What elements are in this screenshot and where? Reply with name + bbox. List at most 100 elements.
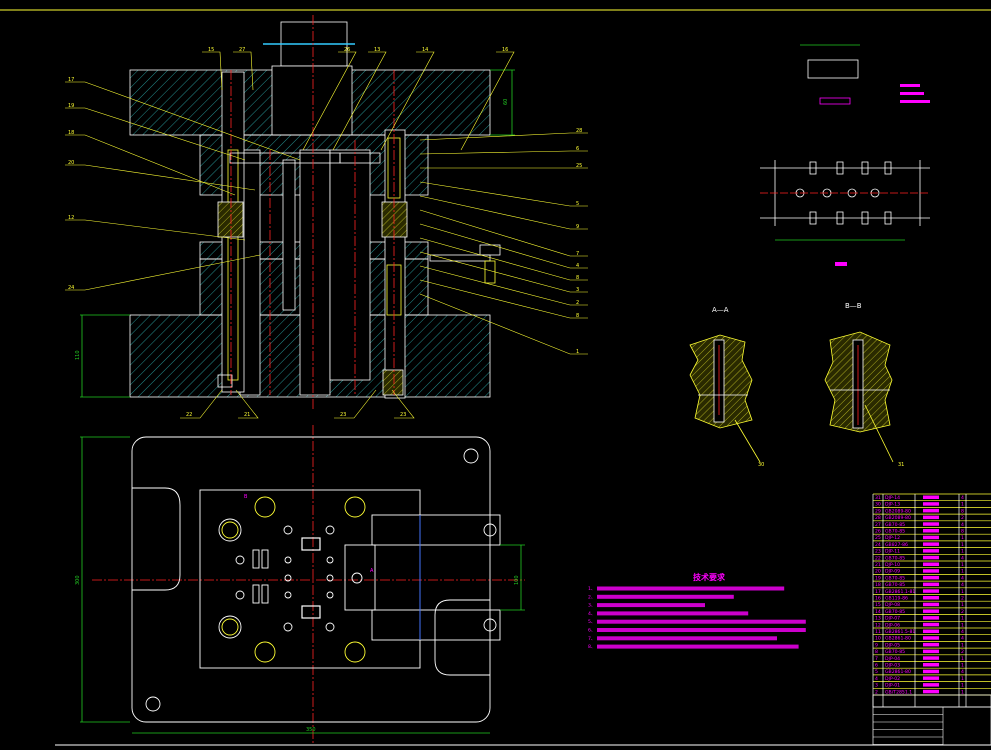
- title-block: [872, 706, 991, 746]
- hole: [221, 521, 239, 539]
- bom-item-no: 5: [875, 669, 878, 675]
- section-aa-tag: 30: [758, 462, 764, 468]
- part-label-right: 9: [576, 224, 579, 230]
- strip-layout: [760, 160, 930, 266]
- bom-item-no: 13: [875, 616, 881, 622]
- plan-dim-left: 300: [75, 575, 81, 585]
- tech-requirements-title: 技术要求: [693, 572, 726, 582]
- bom-item-no: 7: [875, 656, 878, 662]
- elevation-section-view[interactable]: [129, 21, 501, 399]
- bom-item-code: GB827-86: [885, 542, 908, 548]
- section-marker-b: B: [244, 494, 248, 500]
- bom-item-qty: 8: [961, 529, 964, 535]
- tech-item-number: 5、: [588, 619, 596, 625]
- section-bb-tag: 31: [898, 462, 904, 468]
- bom-item-qty: 1: [961, 663, 964, 669]
- hole: [254, 641, 276, 663]
- bom-item-qty: 1: [961, 502, 964, 508]
- bom-item-code: GB70-85: [885, 522, 905, 528]
- bom-item-no: 29: [875, 508, 881, 514]
- lower-base-outline: [131, 436, 491, 723]
- tech-requirements-list: 1、 2、 3、 4、 5、 6、 7、 8、: [588, 586, 806, 650]
- part-label-top: 16: [502, 47, 508, 53]
- bom-item-no: 6: [875, 663, 878, 669]
- bom-item-no: 11: [875, 629, 881, 635]
- bom-item-code: GB70-85: [885, 555, 905, 561]
- bom-item-qty: 4: [961, 495, 964, 501]
- tech-item-number: 6、: [588, 628, 596, 634]
- part-label-bottom: 23: [400, 412, 406, 418]
- hole: [254, 496, 276, 518]
- tech-item-number: 1、: [588, 586, 596, 592]
- part-label-left: 19: [68, 103, 74, 109]
- bom-item-no: 18: [875, 582, 881, 588]
- bom-item-qty: 1: [961, 535, 964, 541]
- section-bb-title: B—B: [845, 302, 862, 310]
- hole: [284, 591, 292, 599]
- bom-item-no: 14: [875, 609, 881, 615]
- bom-item-qty: 8: [961, 508, 964, 514]
- bom-item-no: 24: [875, 542, 881, 548]
- part-label-right: 7: [576, 251, 579, 257]
- bill-of-materials-table[interactable]: 31 DJP-14 430 DJP-13 129 GB2089-80 828 GB2089-8…: [872, 493, 991, 746]
- part-label-top: 13: [374, 47, 380, 53]
- bom-item-code: DJP-11: [885, 549, 900, 555]
- bom-item-code: GB70-85: [885, 575, 905, 581]
- bom-item-qty: 1: [961, 569, 964, 575]
- bom-item-code: DJP-14: [885, 495, 900, 501]
- bom-item-code: DJP-07: [885, 616, 900, 622]
- bom-item-no: 25: [875, 535, 881, 541]
- tech-item-text: [597, 619, 806, 624]
- hole: [235, 555, 245, 565]
- part-label-right: 28: [576, 128, 582, 134]
- bom-item-qty: 4: [961, 629, 964, 635]
- section-aa: [689, 334, 761, 463]
- bom-item-qty: 1: [961, 676, 964, 682]
- bom-item-qty: 1: [961, 683, 964, 689]
- cad-drawing-canvas[interactable]: 60 110 1719182012242862559748328115 27 26 1…: [0, 0, 991, 750]
- section-aa-title: A—A: [712, 306, 729, 314]
- part-label-left: 12: [68, 215, 74, 221]
- tech-item-text: [597, 611, 749, 616]
- bom-item-code: GB2861.5-81: [885, 629, 915, 635]
- hole: [325, 525, 335, 535]
- part-label-bottom: 21: [244, 412, 250, 418]
- hole: [326, 556, 334, 564]
- bom-item-code: DJP-09: [885, 569, 900, 575]
- tech-item-number: 2、: [588, 594, 596, 600]
- part-label-bottom: 22: [186, 412, 192, 418]
- part-label-right: 2: [576, 300, 579, 306]
- bom-item-qty: 1: [961, 562, 964, 568]
- part-label-right: 5: [576, 201, 579, 207]
- bom-item-code: GB2861-80: [885, 669, 911, 675]
- bom-item-no: 26: [875, 529, 881, 535]
- tech-item-text: [597, 603, 705, 608]
- tech-item-text: [597, 628, 806, 632]
- hole: [344, 496, 366, 518]
- tech-item-number: 8、: [588, 644, 596, 650]
- bom-item-qty: 1: [961, 622, 964, 628]
- plan-view[interactable]: [131, 436, 501, 723]
- part-label-right: 3: [576, 287, 579, 293]
- part-label-top: 15: [208, 47, 214, 53]
- bom-item-no: 17: [875, 589, 881, 595]
- dim-base: 110: [75, 350, 81, 360]
- bom-item-qty: 1: [961, 549, 964, 555]
- bom-item-qty: 2: [961, 596, 964, 602]
- part-label-left: 24: [68, 285, 74, 291]
- bom-item-code: DJP-03: [885, 663, 900, 669]
- hole: [344, 641, 366, 663]
- plan-dimensions: [80, 436, 525, 734]
- bom-item-qty: 4: [961, 555, 964, 561]
- plan-dim-right: 100: [514, 575, 520, 585]
- section-bb: [824, 331, 894, 463]
- bom-item-no: 9: [875, 642, 878, 648]
- bom-item-no: 20: [875, 569, 881, 575]
- bom-item-code: GB2861.1-81: [885, 589, 915, 595]
- bom-item-qty: 2: [961, 515, 964, 521]
- hole: [351, 572, 363, 584]
- bom-item-code: GB70-85: [885, 649, 905, 655]
- bom-item-code: DJP-10: [885, 562, 900, 568]
- bom-item-no: 19: [875, 575, 881, 581]
- hole: [284, 556, 292, 564]
